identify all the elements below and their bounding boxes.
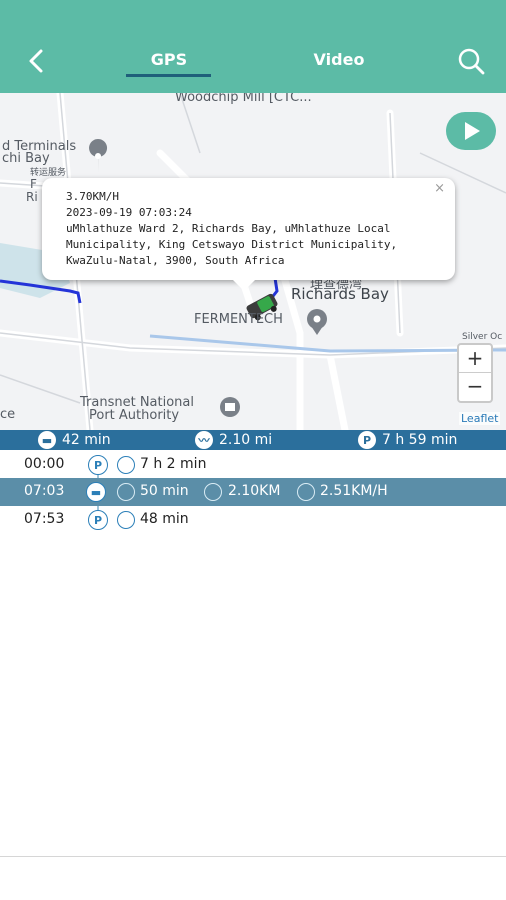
popup-speed: 3.70KM/H bbox=[66, 190, 119, 203]
row-time: 07:53 bbox=[24, 511, 65, 527]
map-label-fermentech: FERMENTECH bbox=[194, 312, 283, 327]
summary-park-time: 7 h 59 min bbox=[382, 432, 458, 448]
car-icon: ▬ bbox=[86, 482, 106, 502]
app-header: GPS Video bbox=[0, 0, 506, 93]
summary-drive-time: 42 min bbox=[62, 432, 111, 448]
clock-icon bbox=[117, 483, 135, 501]
summary-drive: ▬ 42 min bbox=[38, 431, 111, 449]
zoom-out-button[interactable]: − bbox=[459, 373, 491, 401]
play-button[interactable] bbox=[446, 112, 496, 150]
search-icon[interactable] bbox=[455, 46, 487, 76]
tab-video[interactable]: Video bbox=[294, 50, 384, 69]
play-icon bbox=[465, 122, 480, 140]
row-distance: 2.10KM bbox=[228, 483, 281, 499]
trip-row-selected[interactable]: 07:03 ▬ 50 min 2.10KM 2.51KM/H bbox=[0, 478, 506, 506]
back-arrow-icon[interactable] bbox=[22, 46, 52, 76]
summary-distance-value: 2.10 mi bbox=[219, 432, 273, 448]
parking-icon: P bbox=[358, 431, 376, 449]
row-duration: 50 min bbox=[140, 483, 189, 499]
popup-address-line1: uMhlathuze Ward 2, Richards Bay, uMhlath… bbox=[66, 222, 391, 235]
car-icon: ▬ bbox=[38, 431, 56, 449]
route-icon: 〰 bbox=[195, 431, 213, 449]
zoom-control: + − bbox=[457, 343, 493, 403]
bottom-divider bbox=[0, 856, 506, 857]
distance-icon bbox=[204, 483, 222, 501]
row-duration: 7 h 2 min bbox=[140, 456, 207, 472]
tab-gps[interactable]: GPS bbox=[124, 50, 214, 69]
map-view[interactable]: Woodchip Mill [CTC... d Terminals chi Ba… bbox=[0, 93, 506, 430]
parking-icon: P bbox=[88, 510, 108, 530]
map-label-terminals-bay: chi Bay bbox=[2, 151, 50, 166]
trip-row[interactable]: 00:00 P 7 h 2 min bbox=[0, 451, 506, 479]
summary-distance: 〰 2.10 mi bbox=[195, 431, 272, 449]
map-label-port-authority: Port Authority bbox=[89, 408, 180, 423]
map-label-left-f: F bbox=[30, 177, 37, 191]
zoom-in-button[interactable]: + bbox=[459, 345, 491, 373]
parking-icon: P bbox=[88, 455, 108, 475]
map-label-edge: ce bbox=[0, 407, 16, 422]
clock-icon bbox=[117, 511, 135, 529]
active-tab-indicator bbox=[126, 74, 211, 77]
row-duration: 48 min bbox=[140, 511, 189, 527]
clock-icon bbox=[117, 456, 135, 474]
popup-tail bbox=[232, 279, 256, 291]
map-label-richards-bay: Richards Bay bbox=[291, 285, 389, 303]
speed-icon bbox=[297, 483, 315, 501]
popup-address-line2: Municipality, King Cetswayo District Mun… bbox=[66, 238, 398, 251]
popup-address-line3: KwaZulu-Natal, 3900, South Africa bbox=[66, 254, 285, 267]
row-time: 00:00 bbox=[24, 456, 65, 472]
popup-datetime: 2023-09-19 07:03:24 bbox=[66, 206, 192, 219]
map-attribution[interactable]: Leaflet bbox=[459, 412, 501, 425]
location-popup: 3.70KM/H 2023-09-19 07:03:24 uMhlathuze … bbox=[42, 178, 455, 280]
map-label-left-ri: Ri bbox=[26, 190, 38, 204]
trip-row[interactable]: 07:53 P 48 min bbox=[0, 506, 506, 534]
row-time: 07:03 bbox=[24, 483, 65, 499]
trip-summary-bar: ▬ 42 min 〰 2.10 mi P 7 h 59 min bbox=[0, 430, 506, 450]
row-speed: 2.51KM/H bbox=[320, 483, 388, 499]
summary-parking: P 7 h 59 min bbox=[358, 431, 457, 449]
popup-close-button[interactable]: × bbox=[434, 181, 445, 197]
map-label-silver: Silver Oc bbox=[462, 332, 503, 342]
map-label-woodchip: Woodchip Mill [CTC... bbox=[175, 93, 312, 105]
